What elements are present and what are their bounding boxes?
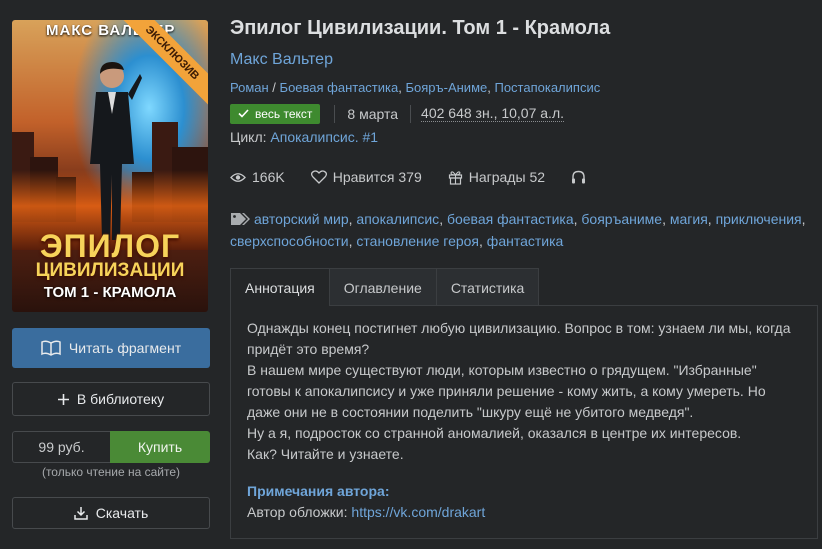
tab-annotation[interactable]: Аннотация [230,268,330,306]
annotation-paragraph: Ну а я, подросток со странной аномалией,… [247,425,742,441]
likes-stat[interactable]: Нравится 379 [310,169,422,185]
tag-icon [231,213,250,225]
tag-link[interactable]: становление героя [356,233,479,249]
read-fragment-label: Читать фрагмент [68,340,182,356]
book-cover[interactable]: МАКС ВАЛЬТЕР ЭКСКЛЮЗИВ ЭПИЛОГ ЦИВИЛИЗАЦИ… [12,20,208,312]
gift-icon [448,170,462,185]
heart-icon [310,170,327,184]
tab-contents[interactable]: Оглавление [328,268,437,306]
cycle-info: Цикл: Апокалипсис. #1 [230,129,378,145]
check-icon [238,109,249,118]
price-display: 99 руб. [12,431,110,463]
cover-credit-link[interactable]: https://vk.com/drakart [351,504,485,520]
cover-title-line3: ТОМ 1 - КРАМОЛА [43,284,177,301]
cycle-label: Цикл: [230,129,267,145]
tag-link[interactable]: фантастика [487,233,564,249]
cover-credit: Автор обложки: https://vk.com/drakart [247,502,801,523]
cover-title-line2: ЦИВИЛИЗАЦИИ [35,260,185,281]
likes-count: 379 [398,169,422,185]
add-to-library-button[interactable]: В библиотеку [12,382,210,416]
book-tabs: Аннотация Оглавление Статистика [230,268,540,306]
book-title: Эпилог Цивилизации. Том 1 - Крамола [230,17,611,39]
annotation-paragraph: Как? Читайте и узнаете. [247,446,404,462]
headphones-icon [572,170,586,184]
genre-link[interactable]: Роман [230,80,269,95]
status-badge-label: весь текст [255,106,313,121]
eye-icon [230,172,246,182]
views-count: 166K [252,169,285,185]
annotation-paragraph: В нашем мире существуют люди, которым из… [247,362,766,420]
awards-label: Награды [468,169,526,185]
buy-note: (только чтение на сайте) [41,465,181,479]
book-size[interactable]: 402 648 зн., 10,07 а.л. [421,105,565,122]
book-stats: 166K Нравится 379 Награды 52 [230,167,618,187]
download-icon [74,506,88,520]
genre-link[interactable]: Боевая фантастика [280,80,399,95]
awards-stat[interactable]: Награды 52 [448,169,545,185]
download-label: Скачать [95,505,149,521]
author-note-title: Примечания автора: [247,483,390,499]
author-link[interactable]: Макс Вальтер [230,51,333,69]
genre-link[interactable]: Бояръ-Аниме [405,80,487,95]
plus-icon [57,393,69,405]
cycle-link[interactable]: Апокалипсис. #1 [270,129,378,145]
add-to-library-label: В библиотеку [76,391,165,407]
buy-button[interactable]: Купить [110,431,210,463]
views-stat: 166K [230,169,285,185]
divider [410,104,412,123]
annotation-panel: Однажды конец постигнет любую цивилизаци… [230,305,818,539]
tab-statistics[interactable]: Статистика [435,268,540,306]
divider [334,104,336,123]
genre-link[interactable]: Постапокалипсис [494,80,600,95]
genre-separator: / [268,80,280,95]
tag-link[interactable]: магия [670,211,708,227]
publish-date: 8 марта [347,105,399,122]
audio-stat[interactable] [571,170,592,184]
awards-count: 52 [529,169,546,185]
tag-link[interactable]: апокалипсис [356,211,439,227]
genre-list: Роман / Боевая фантастика, Бояръ-Аниме, … [230,80,600,95]
buy-group: 99 руб. Купить [12,431,210,463]
likes-label: Нравится [332,169,395,185]
status-badge: весь текст [230,103,321,124]
read-fragment-button[interactable]: Читать фрагмент [12,328,210,368]
tag-link[interactable]: приключения [716,211,802,227]
tag-link[interactable]: сверхспособности [230,233,349,249]
tag-link[interactable]: авторский мир [254,211,349,227]
tag-link[interactable]: боевая фантастика [447,211,574,227]
download-button[interactable]: Скачать [12,497,210,529]
tag-link[interactable]: бояръаниме [581,211,662,227]
book-meta: весь текст 8 марта 402 648 зн., 10,07 а.… [230,103,565,124]
cover-credit-label: Автор обложки: [247,504,348,520]
cover-hero-figure [90,62,142,240]
annotation-paragraph: Однажды конец постигнет любую цивилизаци… [247,320,791,357]
tag-list: авторский мир, апокалипсис, боевая фанта… [230,211,806,249]
open-book-icon [41,340,61,356]
